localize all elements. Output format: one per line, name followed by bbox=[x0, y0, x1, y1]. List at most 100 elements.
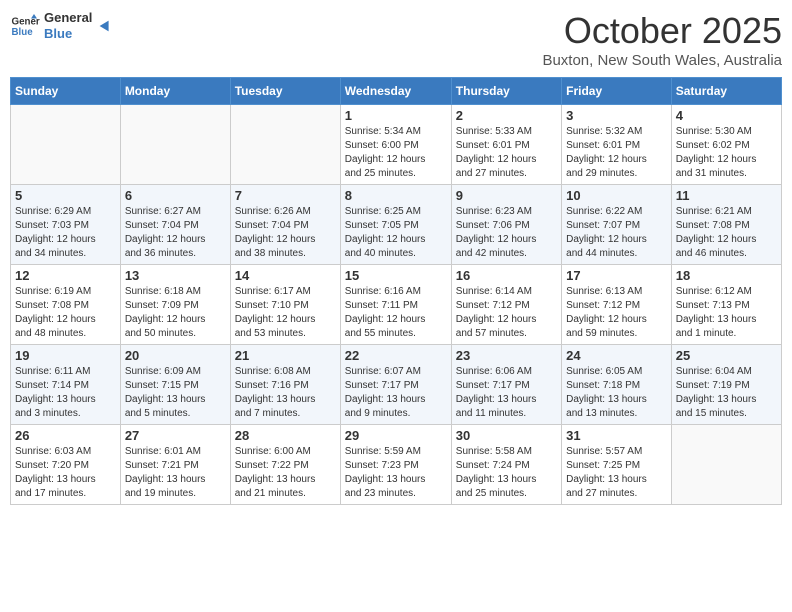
calendar-week-5: 26 Sunrise: 6:03 AM Sunset: 7:20 PM Dayli… bbox=[11, 425, 782, 505]
calendar-cell bbox=[230, 105, 340, 185]
calendar-cell: 3 Sunrise: 5:32 AM Sunset: 6:01 PM Daylig… bbox=[562, 105, 672, 185]
weekday-header-row: SundayMondayTuesdayWednesdayThursdayFrid… bbox=[11, 78, 782, 105]
day-info: Sunrise: 6:23 AM Sunset: 7:06 PM Dayligh… bbox=[456, 205, 557, 261]
day-info: Sunrise: 5:34 AM Sunset: 6:00 PM Dayligh… bbox=[345, 125, 447, 181]
day-number: 18 bbox=[676, 268, 777, 283]
calendar-cell: 1 Sunrise: 5:34 AM Sunset: 6:00 PM Daylig… bbox=[340, 105, 451, 185]
day-info: Sunrise: 6:01 AM Sunset: 7:21 PM Dayligh… bbox=[125, 445, 226, 501]
day-number: 29 bbox=[345, 428, 447, 443]
day-number: 21 bbox=[235, 348, 336, 363]
calendar-cell: 29 Sunrise: 5:59 AM Sunset: 7:23 PM Dayli… bbox=[340, 425, 451, 505]
day-number: 24 bbox=[566, 348, 667, 363]
logo: General Blue General Blue bbox=[10, 10, 114, 41]
calendar-cell: 20 Sunrise: 6:09 AM Sunset: 7:15 PM Dayli… bbox=[120, 345, 230, 425]
day-number: 27 bbox=[125, 428, 226, 443]
logo-blue-text: Blue bbox=[44, 26, 92, 42]
day-info: Sunrise: 6:29 AM Sunset: 7:03 PM Dayligh… bbox=[15, 205, 116, 261]
calendar-cell: 31 Sunrise: 5:57 AM Sunset: 7:25 PM Dayli… bbox=[562, 425, 672, 505]
weekday-header-tuesday: Tuesday bbox=[230, 78, 340, 105]
calendar-cell: 5 Sunrise: 6:29 AM Sunset: 7:03 PM Daylig… bbox=[11, 185, 121, 265]
calendar-week-3: 12 Sunrise: 6:19 AM Sunset: 7:08 PM Dayli… bbox=[11, 265, 782, 345]
weekday-header-wednesday: Wednesday bbox=[340, 78, 451, 105]
day-number: 6 bbox=[125, 188, 226, 203]
day-number: 11 bbox=[676, 188, 777, 203]
day-info: Sunrise: 6:11 AM Sunset: 7:14 PM Dayligh… bbox=[15, 365, 116, 421]
weekday-header-friday: Friday bbox=[562, 78, 672, 105]
calendar-cell: 9 Sunrise: 6:23 AM Sunset: 7:06 PM Daylig… bbox=[451, 185, 561, 265]
day-info: Sunrise: 6:16 AM Sunset: 7:11 PM Dayligh… bbox=[345, 285, 447, 341]
calendar-week-1: 1 Sunrise: 5:34 AM Sunset: 6:00 PM Daylig… bbox=[11, 105, 782, 185]
calendar-cell: 22 Sunrise: 6:07 AM Sunset: 7:17 PM Dayli… bbox=[340, 345, 451, 425]
day-info: Sunrise: 6:00 AM Sunset: 7:22 PM Dayligh… bbox=[235, 445, 336, 501]
calendar-cell: 18Sunrise: 6:12 AM Sunset: 7:13 PM Dayli… bbox=[671, 265, 781, 345]
calendar-cell: 10Sunrise: 6:22 AM Sunset: 7:07 PM Dayli… bbox=[562, 185, 672, 265]
day-number: 17 bbox=[566, 268, 667, 283]
day-number: 22 bbox=[345, 348, 447, 363]
day-number: 2 bbox=[456, 108, 557, 123]
day-number: 20 bbox=[125, 348, 226, 363]
calendar-cell: 2 Sunrise: 5:33 AM Sunset: 6:01 PM Daylig… bbox=[451, 105, 561, 185]
calendar-cell: 19 Sunrise: 6:11 AM Sunset: 7:14 PM Dayli… bbox=[11, 345, 121, 425]
logo-icon: General Blue bbox=[10, 12, 40, 40]
day-number: 7 bbox=[235, 188, 336, 203]
day-info: Sunrise: 5:59 AM Sunset: 7:23 PM Dayligh… bbox=[345, 445, 447, 501]
day-number: 3 bbox=[566, 108, 667, 123]
day-info: Sunrise: 6:04 AM Sunset: 7:19 PM Dayligh… bbox=[676, 365, 777, 421]
weekday-header-thursday: Thursday bbox=[451, 78, 561, 105]
day-info: Sunrise: 5:33 AM Sunset: 6:01 PM Dayligh… bbox=[456, 125, 557, 181]
day-info: Sunrise: 6:05 AM Sunset: 7:18 PM Dayligh… bbox=[566, 365, 667, 421]
day-number: 13 bbox=[125, 268, 226, 283]
day-info: Sunrise: 6:07 AM Sunset: 7:17 PM Dayligh… bbox=[345, 365, 447, 421]
day-info: Sunrise: 6:09 AM Sunset: 7:15 PM Dayligh… bbox=[125, 365, 226, 421]
page-header: General Blue General Blue October 2025 B… bbox=[10, 10, 782, 69]
day-number: 26 bbox=[15, 428, 116, 443]
day-number: 5 bbox=[15, 188, 116, 203]
day-info: Sunrise: 6:08 AM Sunset: 7:16 PM Dayligh… bbox=[235, 365, 336, 421]
day-info: Sunrise: 6:03 AM Sunset: 7:20 PM Dayligh… bbox=[15, 445, 116, 501]
month-title: October 2025 bbox=[542, 10, 782, 52]
day-number: 15 bbox=[345, 268, 447, 283]
calendar-cell: 16Sunrise: 6:14 AM Sunset: 7:12 PM Dayli… bbox=[451, 265, 561, 345]
day-number: 28 bbox=[235, 428, 336, 443]
calendar-cell bbox=[671, 425, 781, 505]
day-info: Sunrise: 6:26 AM Sunset: 7:04 PM Dayligh… bbox=[235, 205, 336, 261]
day-number: 9 bbox=[456, 188, 557, 203]
weekday-header-sunday: Sunday bbox=[11, 78, 121, 105]
calendar-cell: 8 Sunrise: 6:25 AM Sunset: 7:05 PM Daylig… bbox=[340, 185, 451, 265]
day-number: 4 bbox=[676, 108, 777, 123]
calendar-cell: 15 Sunrise: 6:16 AM Sunset: 7:11 PM Dayli… bbox=[340, 265, 451, 345]
calendar-cell: 13Sunrise: 6:18 AM Sunset: 7:09 PM Dayli… bbox=[120, 265, 230, 345]
day-number: 14 bbox=[235, 268, 336, 283]
day-info: Sunrise: 6:27 AM Sunset: 7:04 PM Dayligh… bbox=[125, 205, 226, 261]
day-number: 16 bbox=[456, 268, 557, 283]
day-number: 23 bbox=[456, 348, 557, 363]
day-info: Sunrise: 6:06 AM Sunset: 7:17 PM Dayligh… bbox=[456, 365, 557, 421]
day-number: 30 bbox=[456, 428, 557, 443]
calendar-cell: 14Sunrise: 6:17 AM Sunset: 7:10 PM Dayli… bbox=[230, 265, 340, 345]
calendar-cell: 6 Sunrise: 6:27 AM Sunset: 7:04 PM Daylig… bbox=[120, 185, 230, 265]
calendar-cell: 25Sunrise: 6:04 AM Sunset: 7:19 PM Dayli… bbox=[671, 345, 781, 425]
calendar-cell: 27 Sunrise: 6:01 AM Sunset: 7:21 PM Dayli… bbox=[120, 425, 230, 505]
day-number: 8 bbox=[345, 188, 447, 203]
calendar-week-4: 19 Sunrise: 6:11 AM Sunset: 7:14 PM Dayli… bbox=[11, 345, 782, 425]
day-info: Sunrise: 6:25 AM Sunset: 7:05 PM Dayligh… bbox=[345, 205, 447, 261]
location-text: Buxton, New South Wales, Australia bbox=[542, 52, 782, 69]
calendar-cell: 24 Sunrise: 6:05 AM Sunset: 7:18 PM Dayli… bbox=[562, 345, 672, 425]
day-number: 19 bbox=[15, 348, 116, 363]
day-number: 1 bbox=[345, 108, 447, 123]
calendar-cell: 23 Sunrise: 6:06 AM Sunset: 7:17 PM Dayli… bbox=[451, 345, 561, 425]
calendar-cell: 26 Sunrise: 6:03 AM Sunset: 7:20 PM Dayli… bbox=[11, 425, 121, 505]
svg-text:Blue: Blue bbox=[12, 27, 34, 38]
title-section: October 2025 Buxton, New South Wales, Au… bbox=[542, 10, 782, 69]
day-info: Sunrise: 5:57 AM Sunset: 7:25 PM Dayligh… bbox=[566, 445, 667, 501]
day-info: Sunrise: 5:58 AM Sunset: 7:24 PM Dayligh… bbox=[456, 445, 557, 501]
day-info: Sunrise: 6:21 AM Sunset: 7:08 PM Dayligh… bbox=[676, 205, 777, 261]
day-info: Sunrise: 5:32 AM Sunset: 6:01 PM Dayligh… bbox=[566, 125, 667, 181]
calendar-cell: 11 Sunrise: 6:21 AM Sunset: 7:08 PM Dayli… bbox=[671, 185, 781, 265]
day-info: Sunrise: 6:22 AM Sunset: 7:07 PM Dayligh… bbox=[566, 205, 667, 261]
day-info: Sunrise: 6:19 AM Sunset: 7:08 PM Dayligh… bbox=[15, 285, 116, 341]
day-number: 12 bbox=[15, 268, 116, 283]
weekday-header-saturday: Saturday bbox=[671, 78, 781, 105]
logo-general-text: General bbox=[44, 10, 92, 26]
day-number: 31 bbox=[566, 428, 667, 443]
